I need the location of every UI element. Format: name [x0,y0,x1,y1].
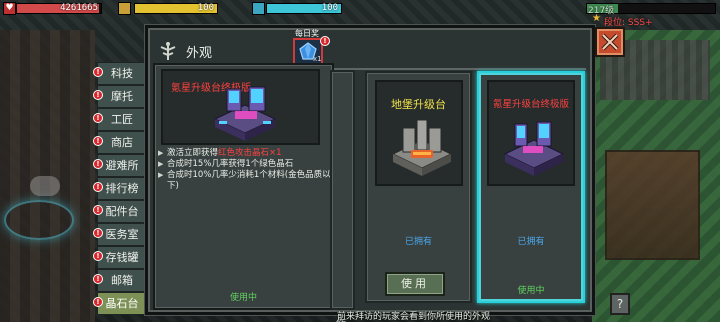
description-line: ▶ 激活立即获得红色攻击晶石×1 [158,148,333,159]
krypton-owned-status: 已拥有 [517,237,545,247]
tab-5[interactable]: ! 排行榜 [93,177,147,200]
selected-appearance-description: ▶ 激活立即获得红色攻击晶石×1 ▶ 合成时15%几率获得1个绿色晶石 ▶ 合成时10%几… [158,148,333,192]
tab-2[interactable]: ! 工匠 [93,108,147,131]
tab-label: 科技 [111,67,133,80]
close-button[interactable] [595,27,625,57]
tab-1[interactable]: ! 摩托 [93,85,147,108]
daily-reward-count: x1 [313,55,322,63]
tab-label: 晶石台 [105,297,139,310]
tab-10[interactable]: ! 晶石台 [93,292,147,315]
food-value: 100 [197,3,214,13]
alert-dot-icon: ! [93,297,103,307]
tab-label: 配件台 [105,205,139,218]
hp-bar: 4261665 [16,3,102,14]
panel-title: 外观 [186,45,213,61]
tab-3[interactable]: ! 商店 [93,131,147,154]
selected-appearance-thumbnail: 氪星升级台终极版 [161,69,320,145]
partially-hidden-card[interactable]: 作 [330,70,355,322]
tab-label: 摩托 [111,90,133,103]
chat-bubble-icon [30,176,60,196]
close-icon [601,33,619,51]
tab-label: 存钱罐 [105,251,139,264]
bunker-workbench-thumbnail: 地堡升级台 [375,80,463,186]
appearance-icon [160,42,176,60]
krypton-workbench-art-small [503,121,565,176]
water-bar: 100 [266,3,342,14]
alert-dot-icon: ! [93,113,103,123]
tab-7[interactable]: ! 医务室 [93,223,147,246]
in-use-status: 使用中 [229,293,257,303]
star-icon: ★ [592,13,601,24]
krypton-workbench-thumbnail: 氪星升级台终极版 [487,80,575,186]
selected-appearance-card[interactable]: 氪星升级台终极版 ▶ 激活立即获得红色攻击晶石×1 ▶ 合成时15%几率获得1个绿色晶… [153,63,334,310]
description-line: ▶ 合成时10%几率少消耗1个材料(金色品质以下) [158,170,333,192]
bullet-arrow-icon: ▶ [158,171,164,179]
background-portal [4,200,74,240]
description-line: ▶ 合成时15%几率获得1个绿色晶石 [158,159,333,170]
krypton-workbench-title: 氪星升级台终极版 [493,99,570,110]
category-tabs: ! 科技! 摩托! 工匠! 商店! 避难所! 排行榜! 配件台! 医务室! 存钱罐! 邮箱! 晶石台 [93,62,147,315]
alert-dot-icon: ! [93,136,103,146]
food-icon [118,2,131,15]
alert-dot-icon: ! [93,90,103,100]
panel-header: 外观 [156,36,212,66]
tab-label: 邮箱 [111,274,133,287]
bunker-workbench-card[interactable]: 地堡升级台 已拥有 [365,71,472,303]
tab-9[interactable]: ! 邮箱 [93,269,147,292]
daily-alert-icon: ! [320,36,330,46]
hud: ♥ 4261665 100 100 217级 ★ 段位: SSS+ [0,0,720,28]
alert-dot-icon: ! [93,274,103,284]
bunker-workbench-title: 地堡升级台 [391,98,446,111]
tab-4[interactable]: ! 避难所 [93,154,147,177]
footer-note: 前来拜访的玩家会看到你所使用的外观 [337,312,491,322]
description-text: 合成时15%几率获得1个绿色晶石 [167,159,294,169]
tab-label: 工匠 [111,113,133,126]
alert-dot-icon: ! [93,67,103,77]
tab-label: 医务室 [105,228,139,241]
alert-dot-icon: ! [93,228,103,238]
alert-dot-icon: ! [93,205,103,215]
description-text: 激活立即获得 [167,148,219,158]
tab-label: 排行榜 [105,182,139,195]
tab-label: 避难所 [105,159,139,172]
water-value: 100 [321,3,338,13]
alert-dot-icon: ! [93,159,103,169]
hp-value: 4261665 [60,3,98,13]
description-text: 合成时10%几率少消耗1个材料(金色品质以下) [167,170,331,191]
bullet-arrow-icon: ▶ [158,149,164,157]
heart-icon: ♥ [3,2,16,15]
krypton-in-use-status: 使用中 [517,286,545,296]
food-bar: 100 [134,3,218,14]
bullet-arrow-icon: ▶ [158,160,164,168]
help-button[interactable]: ? [610,293,630,315]
krypton-workbench-art [213,86,277,141]
description-highlight: 红色攻击晶石×1 [218,148,282,158]
tab-8[interactable]: ! 存钱罐 [93,246,147,269]
alert-dot-icon: ! [93,182,103,192]
use-button[interactable]: 使用 [385,272,445,296]
tab-6[interactable]: ! 配件台 [93,200,147,223]
bunker-workbench-art [391,119,453,176]
krypton-workbench-card[interactable]: 氪星升级台终极版 已拥有 使用中 [477,71,585,303]
tab-0[interactable]: ! 科技 [93,62,147,85]
background-house [605,150,700,260]
alert-dot-icon: ! [93,251,103,261]
bunker-owned-status: 已拥有 [404,237,432,247]
tab-label: 商店 [111,136,133,149]
water-icon [252,2,265,15]
